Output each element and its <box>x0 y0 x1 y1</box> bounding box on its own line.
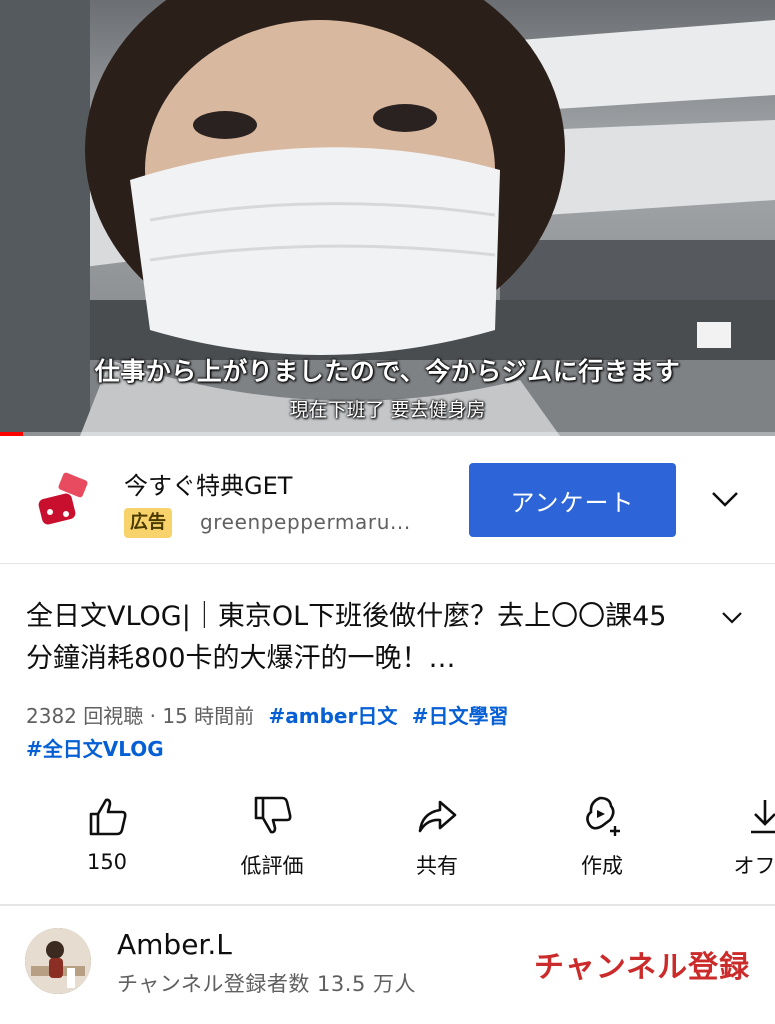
video-meta: 2382 回視聴 · 15 時間前 #amber日文 #日文學習 #全日文VLO… <box>26 700 746 766</box>
channel-row[interactable]: Amber.L チャンネル登録者数 13.5 万人 チャンネル登録 <box>0 906 775 1024</box>
ad-banner[interactable]: 今すぐ特典GET 広告 greenpeppermaru... アンケート <box>0 436 775 564</box>
subtitle-chinese: 現在下班了 要去健身房 <box>289 399 486 421</box>
download-button[interactable]: オフラ <box>705 790 775 890</box>
action-row: 150 低評価 共有 作成 オフラ <box>0 790 775 900</box>
ad-thumbnail[interactable] <box>26 464 98 536</box>
hashtag-link[interactable]: #amber日文 <box>269 704 398 728</box>
create-button[interactable]: 作成 <box>542 790 662 890</box>
chevron-down-icon[interactable] <box>708 484 742 514</box>
hashtag-link[interactable]: #日文學習 <box>412 704 509 728</box>
ad-badge: 広告 <box>124 508 172 538</box>
meta-separator: · <box>149 704 156 728</box>
hashtag-link[interactable]: #全日文VLOG <box>26 737 164 761</box>
subscribe-button[interactable]: チャンネル登録 <box>534 942 750 986</box>
download-label: オフラ <box>733 854 775 878</box>
subscriber-count: チャンネル登録者数 13.5 万人 <box>117 972 416 996</box>
dislike-button[interactable]: 低評価 <box>212 790 332 890</box>
ad-survey-button[interactable]: アンケート <box>469 463 676 537</box>
video-title[interactable]: 全日文VLOG|｜東京OL下班後做什麼？去上〇〇課45分鐘消耗800卡的大爆汗的… <box>26 596 686 680</box>
like-button[interactable]: 150 <box>47 790 167 890</box>
share-label: 共有 <box>416 854 458 878</box>
time-ago: 15 時間前 <box>162 704 255 728</box>
ad-title[interactable]: 今すぐ特典GET <box>124 466 292 501</box>
view-count: 2382 回視聴 <box>26 704 144 728</box>
video-player[interactable]: 仕事から上がりましたので、今からジムに行きます 現在下班了 要去健身房 <box>0 0 775 436</box>
expand-description-chevron-icon[interactable] <box>718 606 746 630</box>
channel-avatar[interactable] <box>25 928 91 994</box>
share-icon <box>418 800 457 833</box>
dislike-label: 低評価 <box>240 854 304 878</box>
create-label: 作成 <box>581 854 623 878</box>
thumbs-down-icon <box>254 796 292 834</box>
remix-icon <box>586 796 620 836</box>
channel-name[interactable]: Amber.L <box>117 928 232 961</box>
subtitle-japanese: 仕事から上がりましたので、今からジムに行きます <box>94 357 681 386</box>
like-count: 150 <box>86 850 128 874</box>
share-button[interactable]: 共有 <box>377 790 497 890</box>
ad-domain[interactable]: greenpeppermaru... <box>200 510 411 534</box>
download-icon <box>751 800 775 834</box>
thumbs-up-icon <box>89 798 127 836</box>
